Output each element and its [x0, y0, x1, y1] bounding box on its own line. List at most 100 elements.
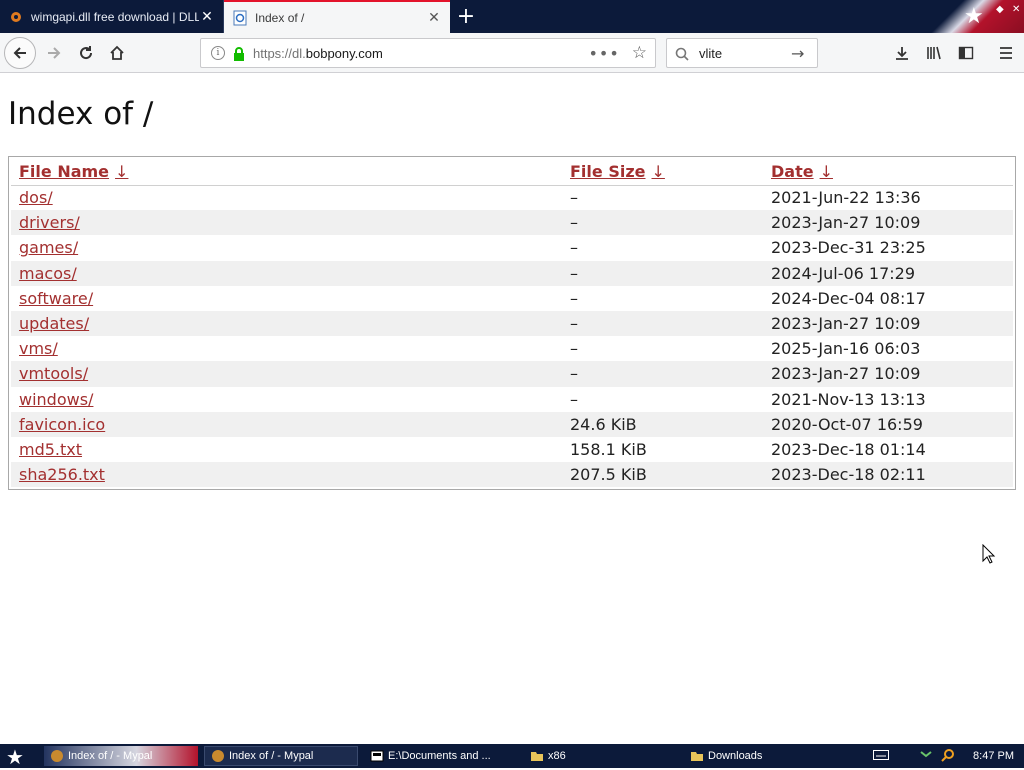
bookmark-star-icon[interactable]: ☆ — [632, 43, 647, 63]
file-date-cell: 2025-Jan-16 06:03 — [763, 336, 1013, 362]
file-link[interactable]: md5.txt — [19, 440, 82, 459]
file-name-cell: games/ — [11, 235, 562, 261]
url-prefix: https://dl. — [253, 45, 306, 61]
menu-button[interactable] — [990, 37, 1022, 69]
mouse-cursor-icon — [982, 544, 996, 564]
forward-button[interactable] — [38, 37, 70, 69]
file-link[interactable]: dos/ — [19, 188, 53, 207]
table-row: vms/ – 2025-Jan-16 06:03 — [11, 336, 1013, 362]
url-bar[interactable]: i https://dl.bobpony.com ••• ☆ — [200, 38, 656, 68]
column-header-date[interactable]: Date ↓ — [763, 159, 1013, 186]
taskbar: ★ Index of / - Mypal Index of / - Mypal … — [0, 744, 1024, 770]
file-size-cell: – — [562, 235, 763, 261]
reload-button[interactable] — [70, 37, 102, 69]
table-row: drivers/ – 2023-Jan-27 10:09 — [11, 210, 1013, 236]
new-tab-button[interactable]: + — [450, 0, 482, 33]
table-row: windows/ – 2021-Nov-13 13:13 — [11, 386, 1013, 412]
taskbar-item-label: Index of / - Mypal — [229, 750, 314, 762]
info-icon[interactable]: i — [211, 46, 225, 60]
url-text[interactable]: https://dl.bobpony.com — [253, 46, 588, 61]
file-link[interactable]: windows/ — [19, 390, 93, 409]
sort-by-name-link[interactable]: File Name ↓ — [19, 162, 128, 181]
folder-icon — [690, 749, 704, 763]
file-size-cell: – — [562, 260, 763, 286]
table-row: vmtools/ – 2023-Jan-27 10:09 — [11, 361, 1013, 387]
sidebar-button[interactable] — [950, 37, 982, 69]
home-button[interactable] — [101, 37, 133, 69]
file-date-cell: 2021-Jun-22 13:36 — [763, 185, 1013, 211]
table-row: dos/ – 2021-Jun-22 13:36 — [11, 185, 1013, 211]
file-link[interactable]: drivers/ — [19, 213, 80, 232]
column-header-size[interactable]: File Size ↓ — [562, 159, 763, 186]
table-row: favicon.ico 24.6 KiB 2020-Oct-07 16:59 — [11, 411, 1013, 437]
column-label: File Name — [19, 162, 110, 182]
search-go-arrow-icon[interactable]: → — [791, 44, 804, 63]
table-row: sha256.txt 207.5 KiB 2023-Dec-18 02:11 — [11, 462, 1013, 488]
file-link[interactable]: updates/ — [19, 314, 89, 333]
close-icon[interactable]: ✕ — [426, 9, 442, 26]
page-actions-icon[interactable]: ••• — [588, 44, 619, 63]
clock[interactable]: 8:47 PM — [973, 750, 1014, 762]
file-link[interactable]: sha256.txt — [19, 465, 105, 484]
downloads-button[interactable] — [886, 37, 918, 69]
search-input[interactable] — [697, 44, 789, 62]
keyboard-icon[interactable] — [873, 749, 890, 763]
tab-strip: wimgapi.dll free download | DLL-fi ✕ Ind… — [0, 0, 1024, 33]
close-icon[interactable]: ✕ — [199, 8, 215, 25]
file-table: File Name ↓ File Size ↓ Date ↓ dos/ – 2021-… — [11, 159, 1013, 488]
file-date-cell: 2023-Dec-18 02:11 — [763, 462, 1013, 488]
tab-wimgapi[interactable]: wimgapi.dll free download | DLL-fi ✕ — [0, 0, 224, 33]
file-link[interactable]: favicon.ico — [19, 415, 105, 434]
tab-index-of[interactable]: Index of / ✕ — [224, 0, 450, 33]
file-date-cell: 2023-Dec-18 01:14 — [763, 436, 1013, 463]
taskbar-item[interactable]: Index of / - Mypal — [204, 746, 358, 766]
taskbar-item[interactable]: E:\Documents and ... — [364, 746, 518, 766]
file-link[interactable]: vmtools/ — [19, 364, 88, 383]
sort-by-date-link[interactable]: Date ↓ — [771, 162, 833, 181]
file-date-cell: 2024-Jul-06 17:29 — [763, 260, 1013, 286]
taskbar-item[interactable]: Downloads — [684, 746, 838, 766]
file-date-cell: 2021-Nov-13 13:13 — [763, 386, 1013, 412]
table-row: games/ – 2023-Dec-31 23:25 — [11, 235, 1013, 261]
file-link[interactable]: macos/ — [19, 264, 77, 283]
taskbar-item-label: E:\Documents and ... — [388, 750, 491, 762]
file-name-cell: dos/ — [11, 185, 562, 211]
back-button[interactable] — [4, 37, 36, 69]
sort-arrow-icon: ↓ — [651, 162, 665, 182]
column-label: Date — [771, 162, 814, 182]
page-content: Index of / File Name ↓ File Size ↓ Date ↓ d… — [0, 74, 1024, 744]
taskbar-item-label: x86 — [548, 750, 566, 762]
search-bar[interactable]: → — [666, 38, 818, 68]
archive-icon — [370, 749, 384, 763]
sort-by-size-link[interactable]: File Size ↓ — [570, 162, 665, 181]
file-link[interactable]: software/ — [19, 289, 93, 308]
browser-icon — [50, 749, 64, 763]
table-row: software/ – 2024-Dec-04 08:17 — [11, 285, 1013, 311]
file-size-cell: – — [562, 310, 763, 337]
column-header-name[interactable]: File Name ↓ — [11, 159, 562, 186]
file-size-cell: 207.5 KiB — [562, 462, 763, 488]
tab-title: Index of / — [255, 10, 305, 25]
navigation-toolbar: i https://dl.bobpony.com ••• ☆ → — [0, 33, 1024, 73]
start-star-icon[interactable]: ★ — [6, 745, 24, 770]
library-button[interactable] — [918, 37, 950, 69]
file-size-cell: – — [562, 185, 763, 211]
file-name-cell: macos/ — [11, 260, 562, 286]
taskbar-item[interactable]: x86 — [524, 746, 678, 766]
file-date-cell: 2023-Jan-27 10:09 — [763, 361, 1013, 387]
file-name-cell: sha256.txt — [11, 462, 562, 488]
file-date-cell: 2023-Dec-31 23:25 — [763, 235, 1013, 261]
file-link[interactable]: vms/ — [19, 339, 58, 358]
table-row: md5.txt 158.1 KiB 2023-Dec-18 01:14 — [11, 436, 1013, 463]
close-window-icon[interactable]: ✕ — [1012, 4, 1020, 15]
network-icon[interactable] — [919, 748, 933, 765]
column-label: File Size — [570, 162, 646, 182]
lock-icon[interactable] — [233, 46, 245, 61]
taskbar-item[interactable]: Index of / - Mypal — [44, 746, 198, 766]
url-host: bobpony.com — [305, 45, 383, 61]
page-title: Index of / — [8, 96, 154, 132]
minimize-icon[interactable]: ◆ — [996, 4, 1004, 15]
search-icon[interactable] — [941, 748, 955, 765]
file-link[interactable]: games/ — [19, 238, 78, 257]
file-size-cell: – — [562, 285, 763, 311]
